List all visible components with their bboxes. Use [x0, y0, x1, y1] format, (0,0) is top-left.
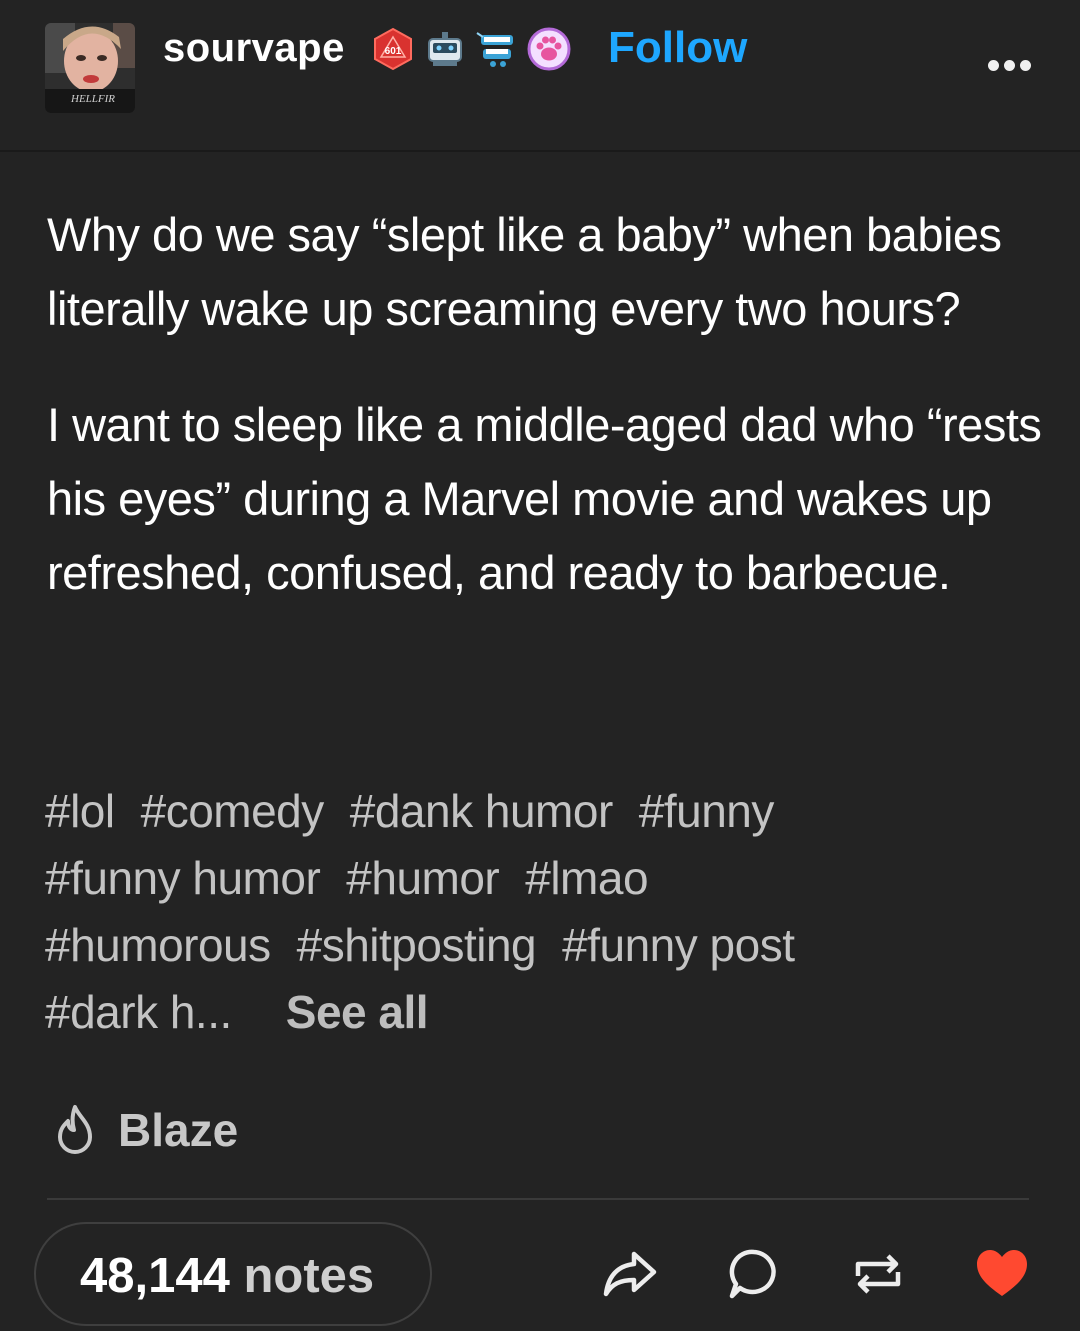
notes-count: 48,144 — [80, 1249, 230, 1303]
tag-link[interactable]: #shitposting — [297, 912, 537, 979]
more-options-icon[interactable] — [988, 60, 1031, 71]
username[interactable]: sourvape — [163, 26, 345, 71]
tag-link[interactable]: #funny — [639, 778, 775, 845]
reply-icon[interactable] — [726, 1246, 782, 1302]
blaze-button[interactable]: Blaze — [50, 1103, 238, 1157]
d20-dice-badge-icon[interactable]: 601 — [370, 26, 416, 72]
post-paragraph: I want to sleep like a middle-aged dad w… — [47, 398, 1042, 599]
tag-link[interactable]: #humorous — [45, 912, 271, 979]
more-dot — [1004, 60, 1015, 71]
more-dot — [988, 60, 999, 71]
tag-link[interactable]: #dark h... — [45, 979, 232, 1046]
more-dot — [1020, 60, 1031, 71]
tag-link[interactable]: #funny humor — [45, 845, 321, 912]
see-all-tags-button[interactable]: See all — [286, 979, 429, 1046]
tag-link[interactable]: #funny post — [562, 912, 795, 979]
avatar[interactable]: HELLFIR — [45, 23, 135, 113]
tag-link[interactable]: #lmao — [525, 845, 648, 912]
follow-button[interactable]: Follow — [608, 23, 747, 73]
paw-print-badge-icon[interactable] — [526, 26, 572, 72]
notes-text: 48,144 notes — [80, 1248, 374, 1304]
reblog-icon[interactable] — [850, 1246, 906, 1302]
dice-badge-text: 601 — [385, 46, 402, 57]
post-paragraph: Why do we say “slept like a baby” when b… — [47, 208, 1002, 335]
robot-badge-icon[interactable] — [422, 26, 468, 72]
notes-button[interactable]: 48,144 notes — [34, 1222, 432, 1326]
chattering-teeth-badge-icon[interactable] — [474, 26, 520, 72]
like-heart-icon[interactable] — [974, 1246, 1030, 1302]
notes-label: notes — [243, 1249, 375, 1303]
avatar-shirt-text: HELLFIR — [71, 93, 115, 105]
tag-link[interactable]: #dank humor — [350, 778, 614, 845]
share-icon[interactable] — [602, 1246, 658, 1302]
flame-icon — [58, 1105, 92, 1154]
badge-row: 601 — [370, 25, 572, 73]
tag-link[interactable]: #lol — [45, 778, 115, 845]
tag-link[interactable]: #humor — [346, 845, 499, 912]
post-header: HELLFIR sourvape 601 Follow — [0, 0, 1080, 152]
tag-link[interactable]: #comedy — [141, 778, 325, 845]
blaze-label: Blaze — [118, 1104, 239, 1156]
post-body: Why do we say “slept like a baby” when b… — [47, 198, 1047, 610]
divider — [47, 1198, 1029, 1200]
tag-list: #lol #comedy #dank humor #funny #funny humo… — [45, 778, 1045, 1046]
